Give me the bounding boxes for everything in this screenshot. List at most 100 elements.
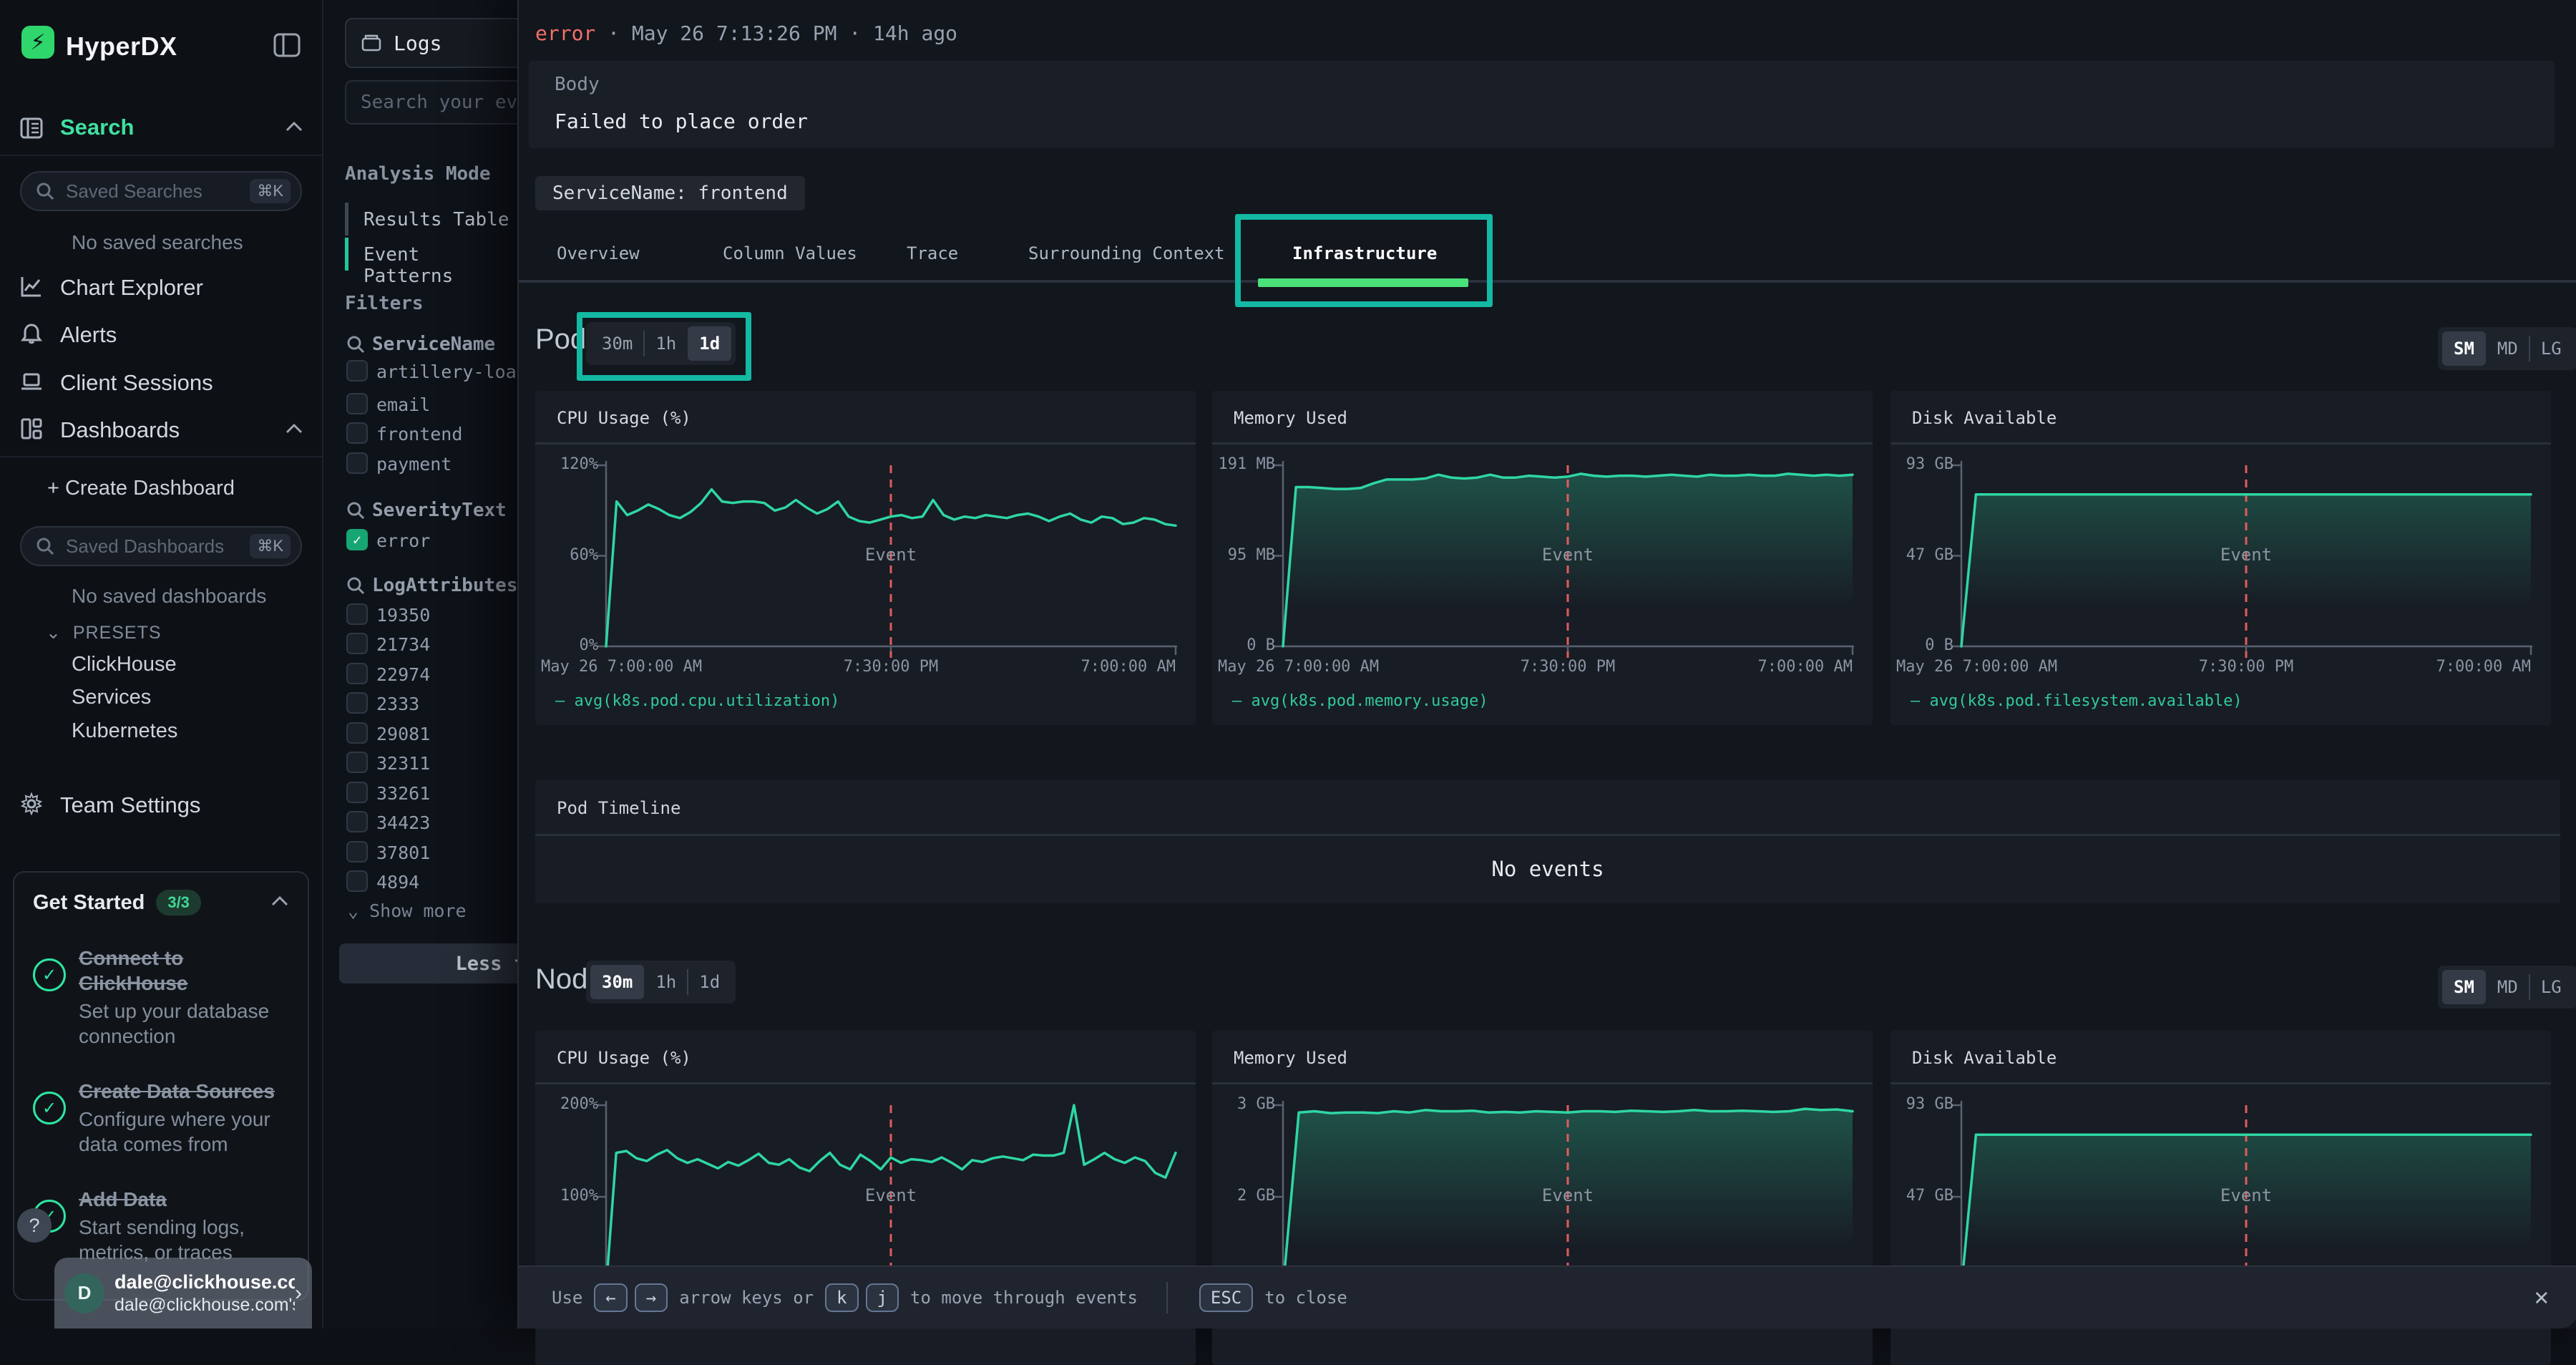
chart-title: Disk Available [1912, 408, 2057, 428]
hint-mid1: arrow keys or [679, 1288, 814, 1308]
checkbox-checked[interactable]: ✓ [346, 529, 368, 550]
filter-value[interactable]: error [376, 530, 430, 551]
checkbox[interactable] [346, 870, 368, 892]
checkbox[interactable] [346, 452, 368, 474]
pod-size-md[interactable]: MD [2486, 331, 2529, 366]
node-range-1h[interactable]: 1h [644, 965, 688, 999]
node-size-md[interactable]: MD [2486, 970, 2529, 1004]
filter-value[interactable]: 21734 [376, 634, 430, 655]
close-icon[interactable]: ✕ [2534, 1283, 2549, 1311]
tab-surrounding-context[interactable]: Surrounding Context [1028, 243, 1225, 263]
checkbox[interactable] [346, 811, 368, 832]
y-axis-label: 0% [541, 636, 598, 654]
sidebar-item-dashboards[interactable]: Dashboards [60, 417, 180, 443]
filter-group-severitytext[interactable]: SeverityText [372, 500, 507, 521]
help-button[interactable]: ? [17, 1208, 52, 1243]
checklist-item[interactable]: ✓ Add Data Start sending logs, metrics, … [33, 1187, 289, 1265]
filter-value[interactable]: payment [376, 454, 452, 475]
checklist-item-desc: Set up your database connection [79, 999, 289, 1049]
sidebar-collapse-icon[interactable] [273, 33, 302, 59]
mode-indicator [345, 203, 348, 235]
chevron-up-icon[interactable] [285, 120, 303, 139]
filter-value[interactable]: 2333 [376, 694, 419, 714]
source-selector-button[interactable]: Logs [345, 18, 517, 68]
laptop-icon [20, 370, 43, 393]
checkbox[interactable] [346, 841, 368, 863]
filter-value[interactable]: 29081 [376, 724, 430, 744]
saved-searches-field[interactable] [64, 180, 250, 203]
saved-searches-input[interactable]: ⌘K [20, 171, 302, 211]
keyboard-hint-bar: Use ← → arrow keys or k j to move throug… [519, 1266, 2576, 1328]
sidebar-item-chart-explorer[interactable]: Chart Explorer [60, 275, 203, 301]
checkbox[interactable] [346, 722, 368, 744]
divider [1166, 1282, 1168, 1313]
filter-group-logattributes[interactable]: LogAttributes [372, 575, 517, 596]
hint-close: to close [1264, 1288, 1347, 1308]
node-range-30m[interactable]: 30m [590, 965, 644, 999]
presets-toggle[interactable]: ⌄ PRESETS [46, 622, 162, 643]
less-filters-button[interactable]: Less filters [339, 943, 517, 983]
chart-legend: — avg(k8s.pod.memory.usage) [1232, 692, 1488, 710]
filter-value[interactable]: email [376, 394, 430, 415]
y-axis-label: 60% [541, 546, 598, 564]
node-size-lg[interactable]: LG [2529, 970, 2573, 1004]
filter-group-servicename[interactable]: ServiceName [372, 334, 495, 355]
saved-dashboards-field[interactable] [64, 535, 250, 558]
show-more-button[interactable]: ⌄ Show more [348, 900, 467, 921]
event-search-input[interactable] [345, 80, 517, 125]
sidebar-item-client-sessions[interactable]: Client Sessions [60, 370, 213, 396]
y-axis-label: 47 GB [1896, 546, 1953, 564]
filter-value[interactable]: 37801 [376, 842, 430, 863]
pod-size-sm[interactable]: SM [2442, 331, 2486, 366]
preset-services[interactable]: Services [72, 686, 151, 709]
checkbox[interactable] [346, 422, 368, 444]
pod-size-lg[interactable]: LG [2529, 331, 2573, 366]
saved-dashboards-input[interactable]: ⌘K [20, 526, 302, 566]
mode-results-table[interactable]: Results Table [364, 209, 509, 230]
tab-overview[interactable]: Overview [557, 243, 640, 263]
tab-column-values[interactable]: Column Values [723, 243, 857, 263]
sidebar-item-alerts[interactable]: Alerts [60, 322, 117, 348]
service-tag[interactable]: ServiceName: frontend [535, 176, 805, 210]
chart-viz: 93 GB47 GB0 BMay 26 7:00:00 AM7:30:00 PM… [1890, 391, 2551, 725]
filter-value[interactable]: artillery-loa [376, 361, 517, 382]
checkbox[interactable] [346, 692, 368, 714]
chevron-up-icon[interactable] [285, 422, 303, 441]
checkbox[interactable] [346, 663, 368, 684]
filter-value[interactable]: 4894 [376, 872, 419, 893]
filter-value[interactable]: 32311 [376, 753, 430, 774]
node-size-sm[interactable]: SM [2442, 970, 2486, 1004]
get-started-title: Get Started [33, 891, 145, 915]
chart-viz: 120%60%0%May 26 7:00:00 AM7:30:00 PM7:00… [535, 391, 1196, 725]
sidebar-item-team-settings[interactable]: Team Settings [60, 792, 200, 818]
preset-kubernetes[interactable]: Kubernetes [72, 719, 177, 743]
tab-trace[interactable]: Trace [907, 243, 958, 263]
event-header: error · May 26 7:13:26 PM · 14h ago [535, 21, 957, 45]
filter-value[interactable]: 19350 [376, 605, 430, 626]
event-marker-label: Event [2189, 1185, 2303, 1205]
no-saved-dashboards-text: No saved dashboards [72, 585, 266, 608]
checkbox[interactable] [346, 633, 368, 654]
checkbox[interactable] [346, 752, 368, 773]
mode-event-patterns[interactable]: Event Patterns [364, 244, 517, 287]
preset-clickhouse[interactable]: ClickHouse [72, 653, 177, 676]
filter-value[interactable]: 33261 [376, 783, 430, 804]
filter-value[interactable]: 34423 [376, 812, 430, 833]
checkbox[interactable] [346, 393, 368, 414]
chevron-up-icon[interactable] [270, 895, 289, 911]
create-dashboard-button[interactable]: + Create Dashboard [47, 477, 235, 500]
user-account-chip[interactable]: D dale@clickhouse.com dale@clickhouse.co… [54, 1258, 312, 1328]
checkbox[interactable] [346, 603, 368, 625]
sidebar-item-search[interactable]: Search [60, 115, 134, 140]
filter-value[interactable]: frontend [376, 424, 462, 445]
event-search-field[interactable] [359, 91, 517, 114]
checklist-item[interactable]: ✓ Create Data Sources Configure where yo… [33, 1079, 289, 1157]
node-range-1d[interactable]: 1d [688, 965, 731, 999]
checkbox[interactable] [346, 360, 368, 382]
presets-label: PRESETS [73, 623, 162, 643]
checkbox[interactable] [346, 782, 368, 803]
chart-title: Memory Used [1234, 1048, 1347, 1068]
checklist-item[interactable]: ✓ Connect to ClickHouse Set up your data… [33, 946, 289, 1049]
filter-value[interactable]: 22974 [376, 664, 430, 685]
chart-viz: 191 MB95 MB0 BMay 26 7:00:00 AM7:30:00 P… [1212, 391, 1873, 725]
